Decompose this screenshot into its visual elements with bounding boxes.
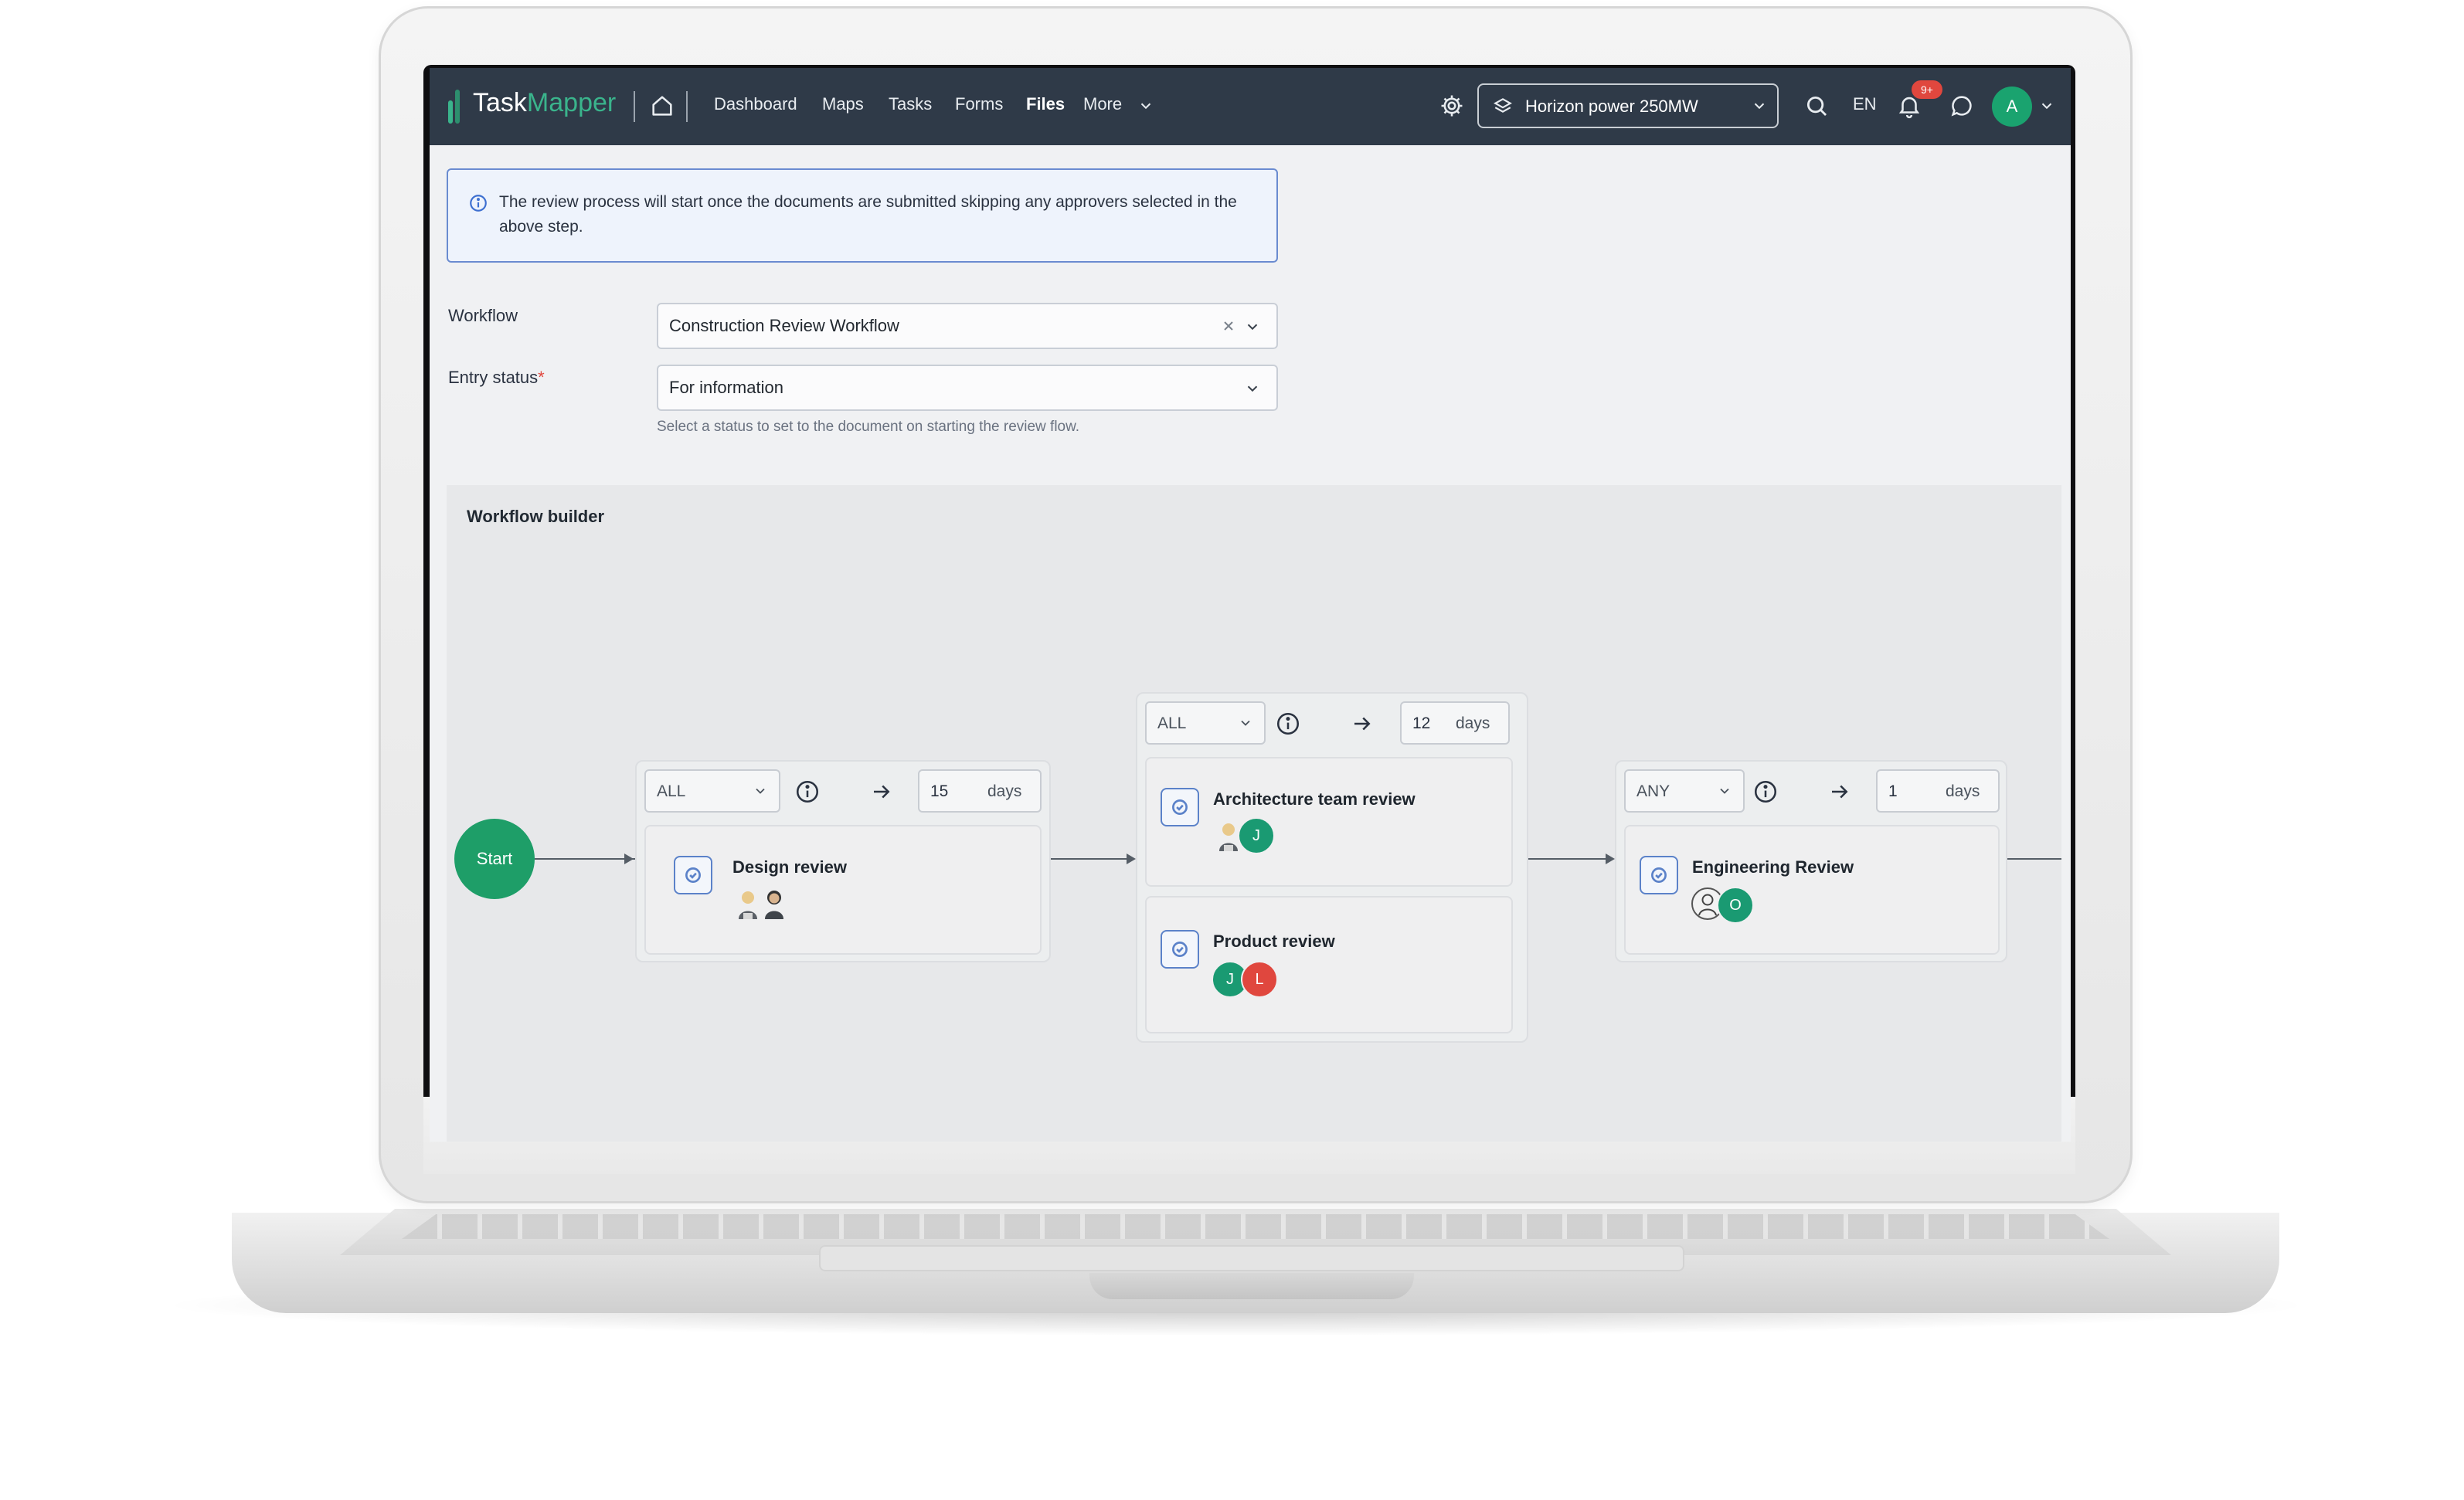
nav-divider	[634, 91, 635, 122]
condition-select[interactable]: ALL	[644, 769, 780, 813]
step-group: ALL 12 days Architecture team review J P…	[1136, 692, 1528, 1043]
arrow-right-icon	[1351, 712, 1374, 739]
arrow-icon	[1127, 854, 1136, 864]
notification-badge: 9+	[1912, 80, 1942, 99]
nav-files[interactable]: Files	[1026, 94, 1065, 114]
project-name: Horizon power 250MW	[1525, 97, 1698, 116]
laptop-trackpad	[819, 1245, 1684, 1271]
connector-line	[1528, 858, 1613, 860]
nav-dashboard[interactable]: Dashboard	[714, 94, 797, 114]
info-icon[interactable]	[1752, 779, 1779, 809]
arrow-right-icon	[1828, 780, 1851, 807]
review-card[interactable]: Architecture team review J	[1145, 757, 1513, 887]
entry-status-hint: Select a status to set to the document o…	[657, 419, 1080, 435]
step-group: ALL 15 days Design review	[635, 760, 1051, 962]
builder-title: Workflow builder	[467, 507, 605, 526]
nav-maps[interactable]: Maps	[822, 94, 864, 114]
layers-icon	[1493, 96, 1513, 120]
nav-forms[interactable]: Forms	[955, 94, 1003, 114]
entry-status-label: Entry status*	[448, 368, 545, 387]
condition-value: ALL	[1157, 714, 1187, 732]
info-icon	[468, 193, 488, 217]
days-label: days	[987, 782, 1022, 800]
days-input[interactable]: 12 days	[1400, 701, 1510, 745]
check-circle-icon	[1640, 856, 1678, 894]
nav-divider	[686, 91, 688, 122]
days-value: 15	[930, 782, 949, 800]
days-input[interactable]: 1 days	[1876, 769, 2000, 813]
chat-icon[interactable]	[1949, 93, 1975, 123]
review-card[interactable]: Product review J L	[1145, 896, 1513, 1033]
search-icon[interactable]	[1803, 93, 1830, 123]
logo-text[interactable]: TaskMapper	[473, 88, 616, 118]
chevron-down-icon	[1238, 715, 1253, 735]
nav-tasks[interactable]: Tasks	[889, 94, 932, 114]
clear-icon[interactable]	[1219, 317, 1238, 339]
connector-line	[1049, 858, 1134, 860]
home-icon[interactable]	[649, 93, 675, 119]
review-title: Architecture team review	[1213, 789, 1416, 809]
days-label: days	[1946, 782, 1980, 800]
workflow-label: Workflow	[448, 306, 518, 325]
laptop-notch	[1089, 1273, 1414, 1299]
workflow-select[interactable]: Construction Review Workflow	[657, 303, 1278, 349]
arrow-icon	[624, 854, 634, 864]
entry-status-value: For information	[669, 378, 783, 397]
top-navbar: TaskMapper Dashboard Maps Tasks Forms Fi…	[430, 68, 2071, 145]
chevron-down-icon[interactable]	[2038, 97, 2055, 118]
condition-select[interactable]: ANY	[1624, 769, 1745, 813]
avatar-initial: O	[1717, 887, 1754, 924]
review-card[interactable]: Engineering Review O	[1624, 825, 2000, 955]
avatar-initial: J	[1238, 817, 1275, 854]
chevron-down-icon	[1717, 783, 1732, 803]
condition-value: ANY	[1636, 782, 1670, 800]
laptop-keyboard	[402, 1214, 2109, 1239]
review-title: Design review	[732, 857, 847, 877]
info-text: The review process will start once the d…	[499, 193, 1237, 236]
chevron-down-icon[interactable]	[1244, 318, 1261, 339]
app-screen: TaskMapper Dashboard Maps Tasks Forms Fi…	[430, 68, 2071, 1142]
info-icon[interactable]	[1275, 711, 1301, 741]
entry-status-select[interactable]: For information	[657, 365, 1278, 411]
info-icon[interactable]	[794, 779, 821, 809]
start-node[interactable]: Start	[454, 819, 535, 899]
condition-value: ALL	[657, 782, 686, 800]
chevron-down-icon	[1751, 97, 1768, 118]
days-input[interactable]: 15 days	[918, 769, 1042, 813]
review-card[interactable]: Design review	[644, 825, 1042, 955]
check-circle-icon	[1161, 930, 1199, 969]
arrow-right-icon	[870, 780, 893, 807]
info-banner: The review process will start once the d…	[447, 168, 1278, 263]
project-selector[interactable]: Horizon power 250MW	[1477, 83, 1779, 128]
condition-select[interactable]: ALL	[1145, 701, 1266, 745]
gear-icon[interactable]	[1439, 93, 1465, 123]
chevron-down-icon[interactable]	[1244, 380, 1261, 401]
logo-icon	[448, 90, 467, 124]
chevron-down-icon[interactable]	[1137, 97, 1154, 118]
arrow-icon	[1606, 854, 1615, 864]
avatar-photo	[759, 887, 790, 925]
avatar-initial: L	[1241, 961, 1278, 998]
check-circle-icon	[674, 856, 712, 894]
language-selector[interactable]: EN	[1853, 94, 1877, 114]
review-title: Engineering Review	[1692, 857, 1854, 877]
days-label: days	[1456, 714, 1490, 732]
days-value: 12	[1412, 714, 1431, 732]
review-title: Product review	[1213, 932, 1335, 951]
chevron-down-icon	[753, 783, 768, 803]
step-group: ANY 1 days Engineering Review O	[1615, 760, 2007, 962]
check-circle-icon	[1161, 788, 1199, 826]
workflow-value: Construction Review Workflow	[669, 316, 899, 335]
days-value: 1	[1888, 782, 1898, 800]
nav-more[interactable]: More	[1083, 94, 1122, 114]
workflow-builder: Workflow builder Start ALL 15 days Desig…	[447, 485, 2061, 1142]
user-avatar[interactable]: A	[1992, 87, 2032, 127]
